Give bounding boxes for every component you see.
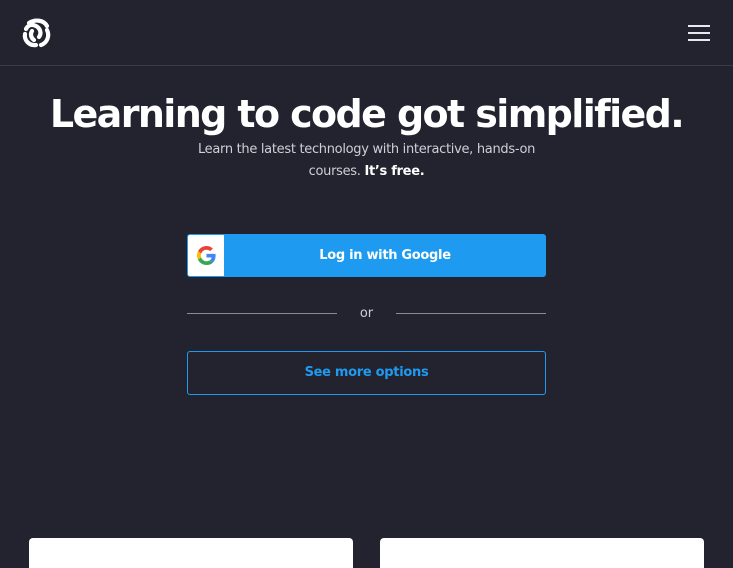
menu-bar — [688, 32, 710, 34]
top-navbar — [0, 0, 733, 66]
see-more-options-button[interactable]: See more options — [187, 351, 546, 395]
feature-card-left — [29, 538, 353, 568]
menu-button[interactable] — [686, 22, 712, 44]
google-g-icon — [197, 246, 216, 265]
divider-text: or — [359, 306, 374, 321]
menu-bar — [688, 39, 710, 41]
google-login-label: Log in with Google — [319, 248, 451, 263]
page-subtitle: Learn the latest technology with interac… — [180, 139, 553, 183]
google-icon-container — [188, 235, 224, 276]
subtitle-emphasis: It’s free. — [364, 164, 425, 179]
menu-bar — [688, 25, 710, 27]
page-title: Learning to code got simplified. — [49, 92, 685, 136]
feature-card-right — [380, 538, 704, 568]
divider-line-left — [187, 313, 337, 314]
sololearn-logo-icon[interactable] — [20, 16, 53, 49]
google-login-button[interactable]: Log in with Google — [187, 234, 546, 277]
divider-line-right — [396, 313, 546, 314]
